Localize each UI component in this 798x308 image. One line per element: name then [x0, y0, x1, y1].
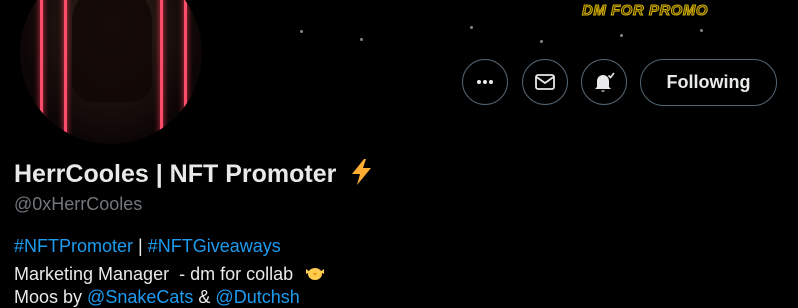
avatar-neon-stripe: [184, 0, 187, 144]
mention-link-1[interactable]: @SnakeCats: [87, 287, 193, 307]
hatching-chick-emoji: [306, 268, 325, 280]
bio-line3-prefix: Moos by: [14, 287, 83, 307]
hashtag-link-nftpromoter[interactable]: #NFTPromoter: [14, 236, 133, 256]
avatar-neon-stripe: [64, 0, 67, 144]
avatar-figure: [72, 0, 152, 102]
envelope-icon: [535, 74, 555, 90]
more-options-button[interactable]: [462, 59, 508, 105]
avatar-neon-stripe: [40, 0, 43, 144]
bell-check-icon: [595, 72, 615, 92]
banner-speck: [360, 38, 363, 41]
bio-separator: |: [133, 236, 148, 256]
hashtag-link-nftgiveaways[interactable]: #NFTGiveaways: [148, 236, 281, 256]
more-horizontal-icon: [477, 80, 493, 84]
profile-handle: @0xHerrCooles: [14, 194, 143, 214]
banner-speck: [300, 30, 303, 33]
banner-speck: [540, 40, 543, 43]
banner-speck: [700, 29, 703, 32]
high-voltage-emoji: [352, 159, 372, 185]
mention-link-2[interactable]: @Dutchsh: [215, 287, 299, 307]
bio-hashtags-line: #NFTPromoter | #NFTGiveaways: [14, 236, 281, 257]
bio-role-line: Marketing Manager - dm for collab: [14, 263, 326, 285]
following-label: Following: [666, 72, 751, 92]
notifications-button[interactable]: [581, 59, 627, 105]
profile-display-name: HerrCooles | NFT Promoter: [14, 158, 375, 189]
bio-role-text: Marketing Manager - dm for collab: [14, 264, 294, 284]
following-button[interactable]: Following: [640, 59, 777, 106]
display-name-text: HerrCooles | NFT Promoter: [14, 160, 337, 188]
banner-promo-text: DM FOR PROMO: [582, 2, 709, 20]
avatar-neon-stripe: [160, 0, 163, 144]
bio-line3-mid: &: [198, 287, 211, 307]
message-button[interactable]: [522, 59, 568, 105]
bio-mentions-line: Moos by @SnakeCats & @Dutchsh: [14, 287, 300, 308]
banner-speck: [620, 34, 623, 37]
profile-avatar[interactable]: [16, 0, 206, 148]
banner-speck: [470, 26, 473, 29]
